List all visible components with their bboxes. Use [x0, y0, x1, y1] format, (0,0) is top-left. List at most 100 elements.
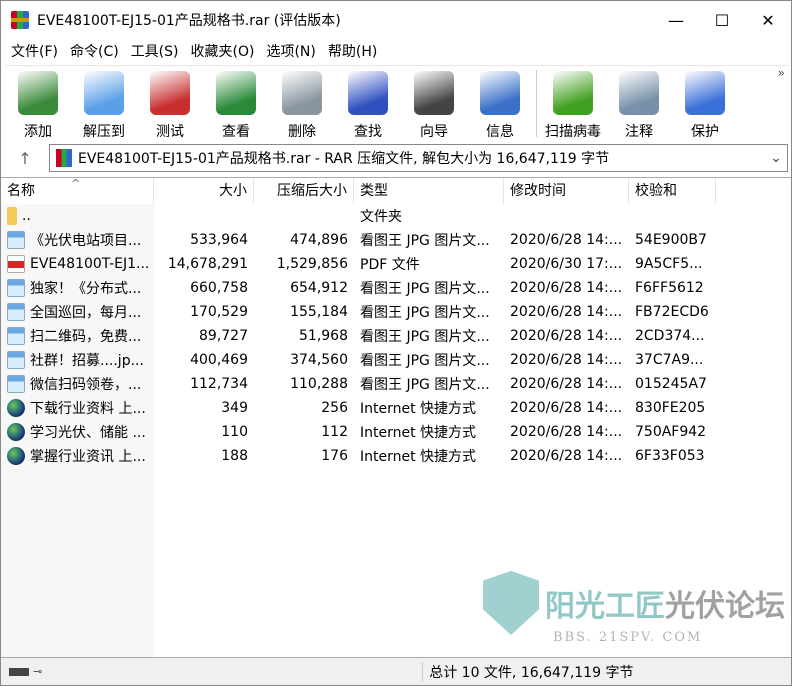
toolbar-button-trash[interactable]: 删除 [269, 66, 335, 141]
file-size: 110 [221, 424, 248, 440]
toolbar-label: 信息 [486, 124, 514, 140]
test-clipboard-icon [150, 71, 190, 115]
file-modified: 2020/6/28 14:... [510, 400, 623, 416]
menu-item-0[interactable]: 文件(F) [5, 41, 64, 61]
virus-scan-icon [553, 71, 593, 115]
winrar-app-icon [11, 11, 29, 29]
file-size: 188 [221, 448, 248, 464]
file-packed-size: 155,184 [290, 304, 348, 320]
file-crc: 37C7A9... [635, 352, 704, 368]
file-name: 全国巡回，每月... [30, 305, 142, 321]
toolbar-overflow-icon[interactable]: » [778, 66, 785, 80]
file-type: 看图王 JPG 图片文... [360, 377, 490, 393]
menu-item-2[interactable]: 工具(S) [125, 41, 185, 61]
jpg-file-icon [7, 375, 25, 393]
file-row[interactable]: 扫二维码，免费... 89,727 51,968 看图王 JPG 图片文... … [1, 324, 791, 348]
file-row[interactable]: 全国巡回，每月... 170,529 155,184 看图王 JPG 图片文..… [1, 300, 791, 324]
menu-item-4[interactable]: 选项(N) [260, 41, 321, 61]
menu-item-3[interactable]: 收藏夹(O) [185, 41, 261, 61]
file-name: 学习光伏、储能 ... [30, 425, 146, 441]
file-row[interactable]: 社群！招募....jp... 400,469 374,560 看图王 JPG 图… [1, 348, 791, 372]
file-row[interactable]: EVE48100T-EJ1... 14,678,291 1,529,856 PD… [1, 252, 791, 276]
watermark-logo: 阳光工匠 光伏论坛 BBS. 21SPV. COM [483, 571, 785, 645]
column-header-packed[interactable]: 压缩后大小 [254, 178, 354, 204]
file-modified: 2020/6/28 14:... [510, 448, 623, 464]
file-modified: 2020/6/28 14:... [510, 424, 623, 440]
toolbar-label: 查找 [354, 124, 382, 140]
file-name: .. [22, 208, 31, 224]
file-size: 660,758 [190, 280, 248, 296]
column-header-modified[interactable]: 修改时间 [504, 178, 629, 204]
file-type: Internet 快捷方式 [360, 449, 477, 465]
file-type: 看图王 JPG 图片文... [360, 353, 490, 369]
file-row[interactable]: 掌握行业资讯 上... 188 176 Internet 快捷方式 2020/6… [1, 444, 791, 468]
file-list: ^ 名称 大小 压缩后大小 类型 修改时间 校验和 .. 文件夹 《光伏电站项目.… [1, 177, 791, 657]
file-packed-size: 51,968 [299, 328, 348, 344]
file-crc: 750AF942 [635, 424, 707, 440]
toolbar-label: 添加 [24, 124, 52, 140]
toolbar-button-find-magnifier[interactable]: 查找 [335, 66, 401, 141]
file-crc: 9A5CF5... [635, 256, 703, 272]
toolbar-button-add-archive[interactable]: 添加 [5, 66, 71, 141]
info-icon [480, 71, 520, 115]
file-crc: 6F33F053 [635, 448, 705, 464]
file-row[interactable]: 下载行业资料 上... 349 256 Internet 快捷方式 2020/6… [1, 396, 791, 420]
file-size: 400,469 [190, 352, 248, 368]
file-packed-size: 110,288 [290, 376, 348, 392]
find-magnifier-icon [348, 71, 388, 115]
address-bar: ↑ EVE48100T-EJ15-01产品规格书.rar - RAR 压缩文件,… [1, 141, 791, 175]
toolbar-button-comment[interactable]: 注释 [606, 66, 672, 141]
toolbar-button-protect-shield[interactable]: 保护 [672, 66, 738, 141]
column-header-type[interactable]: 类型 [354, 178, 504, 204]
sort-up-icon: ^ [71, 177, 81, 190]
pdf-file-icon [7, 255, 25, 273]
jpg-file-icon [7, 279, 25, 297]
file-crc: 2CD374... [635, 328, 705, 344]
minimize-button[interactable]: — [653, 1, 699, 39]
column-header-crc[interactable]: 校验和 [629, 178, 716, 204]
key-icon[interactable]: ⊸ [33, 665, 42, 678]
file-packed-size: 374,560 [290, 352, 348, 368]
wizard-wand-icon [414, 71, 454, 115]
toolbar: » 添加 解压到 测试 查看 删除 查找 向导 信息 扫描病毒 注释 保护 [5, 65, 789, 141]
toolbar-button-info[interactable]: 信息 [467, 66, 533, 141]
file-row[interactable]: 微信扫码领卷，... 112,734 110,288 看图王 JPG 图片文..… [1, 372, 791, 396]
file-packed-size: 474,896 [290, 232, 348, 248]
file-type: 文件夹 [360, 209, 402, 225]
view-book-icon [216, 71, 256, 115]
toolbar-button-test-clipboard[interactable]: 测试 [137, 66, 203, 141]
column-header-size[interactable]: 大小 [154, 178, 254, 204]
jpg-file-icon [7, 351, 25, 369]
jpg-file-icon [7, 327, 25, 345]
jpg-file-icon [7, 303, 25, 321]
toolbar-button-extract-folder[interactable]: 解压到 [71, 66, 137, 141]
file-row[interactable]: 《光伏电站项目... 533,964 474,896 看图王 JPG 图片文..… [1, 228, 791, 252]
toolbar-button-virus-scan[interactable]: 扫描病毒 [540, 66, 606, 141]
file-crc: FB72ECD6 [635, 304, 709, 320]
list-header: ^ 名称 大小 压缩后大小 类型 修改时间 校验和 [1, 177, 791, 204]
rar-archive-icon [56, 149, 72, 167]
toolbar-button-view-book[interactable]: 查看 [203, 66, 269, 141]
column-header-name[interactable]: ^ 名称 [1, 177, 154, 204]
menu-item-5[interactable]: 帮助(H) [322, 41, 383, 61]
file-row[interactable]: 独家！《分布式... 660,758 654,912 看图王 JPG 图片文..… [1, 276, 791, 300]
file-packed-size: 256 [321, 400, 348, 416]
trash-icon [282, 71, 322, 115]
file-modified: 2020/6/30 17:... [510, 256, 623, 272]
file-name: 扫二维码，免费... [30, 329, 142, 345]
toolbar-button-wizard-wand[interactable]: 向导 [401, 66, 467, 141]
drive-icon[interactable] [9, 667, 29, 676]
path-dropdown[interactable]: EVE48100T-EJ15-01产品规格书.rar - RAR 压缩文件, 解… [49, 144, 788, 172]
file-row[interactable]: 学习光伏、储能 ... 110 112 Internet 快捷方式 2020/6… [1, 420, 791, 444]
url-file-icon [7, 447, 25, 465]
maximize-button[interactable]: ☐ [699, 1, 745, 39]
file-name: 掌握行业资讯 上... [30, 449, 146, 465]
up-arrow-icon[interactable]: ↑ [1, 149, 49, 168]
url-file-icon [7, 423, 25, 441]
menu-item-1[interactable]: 命令(C) [64, 41, 125, 61]
close-button[interactable]: ✕ [745, 1, 791, 39]
file-size: 14,678,291 [167, 256, 248, 272]
chevron-down-icon[interactable]: ⌄ [765, 150, 787, 166]
window-title: EVE48100T-EJ15-01产品规格书.rar (评估版本) [37, 13, 341, 29]
file-row[interactable]: .. 文件夹 [1, 204, 791, 228]
